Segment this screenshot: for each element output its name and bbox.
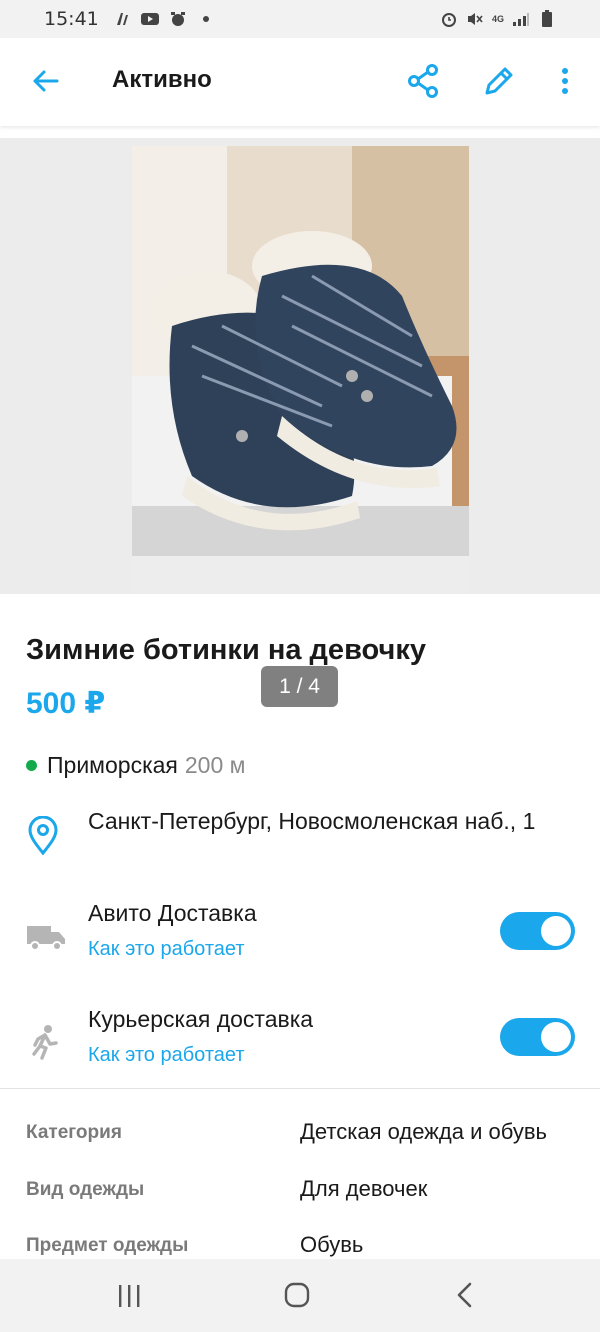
pencil-icon — [485, 67, 513, 95]
metro-line-dot-icon — [26, 760, 37, 771]
more-vertical-icon — [562, 68, 568, 94]
mute-icon — [466, 10, 484, 28]
youtube-icon — [140, 10, 159, 28]
delivery-title: Курьерская доставка — [88, 1006, 314, 1032]
alarm-icon — [440, 10, 458, 28]
recent-apps-icon[interactable] — [116, 1283, 142, 1309]
back-button[interactable] — [28, 64, 62, 98]
param-row-clothing-type: Вид одежды Для девочек — [26, 1171, 586, 1211]
avito-watermark: Avito — [372, 695, 445, 717]
share-icon — [408, 64, 438, 98]
param-value: Детская одежда и обувь — [300, 1119, 547, 1144]
battery-icon — [538, 10, 556, 28]
toggle-knob — [541, 916, 571, 946]
metro-station-name: Приморская — [47, 752, 178, 778]
divider — [0, 1088, 600, 1089]
param-label: Предмет одежды — [26, 1235, 189, 1256]
toggle-knob — [541, 1022, 571, 1052]
param-label: Категория — [26, 1122, 122, 1143]
app-bar: Активно — [0, 38, 600, 126]
courier-delivery-toggle[interactable] — [500, 1018, 575, 1056]
page-title: Активно — [112, 66, 212, 93]
param-row-category: Категория Детская одежда и обувь — [26, 1114, 586, 1154]
metro-distance: 200 м — [184, 752, 246, 778]
dot-icon — [197, 10, 215, 28]
delivery-option-courier: Курьерская доставка Как это работает — [26, 1006, 586, 1086]
share-button[interactable] — [404, 62, 442, 100]
photo-gallery[interactable]: 1 / 4 Avito — [0, 138, 600, 716]
status-time: 15:41 — [44, 8, 99, 30]
metro-station: Приморская 200 м — [26, 752, 245, 779]
system-navigation-bar — [0, 1259, 600, 1332]
truck-icon — [27, 926, 65, 951]
signal-icon — [512, 10, 530, 28]
delivery-title: Авито Доставка — [88, 900, 257, 926]
photo-counter: 1 / 4 — [261, 666, 338, 707]
listing-photo[interactable] — [132, 146, 469, 594]
how-it-works-link[interactable]: Как это работает — [88, 938, 245, 961]
alarm-notification-icon — [169, 10, 187, 28]
nav-back-icon[interactable] — [454, 1281, 476, 1309]
avito-watermark-text: Avito — [398, 695, 445, 716]
how-it-works-link[interactable]: Как это работает — [88, 1044, 245, 1067]
arrow-left-icon — [33, 70, 59, 92]
status-bar: 15:41 4G — [0, 0, 600, 38]
listing-price: 500 ₽ — [26, 687, 106, 720]
status-left-icons — [113, 10, 215, 28]
walking-courier-icon — [32, 1025, 58, 1060]
delivery-option-avito: Авито Доставка Как это работает — [26, 900, 586, 980]
boots-photo-illustration — [132, 146, 469, 594]
home-icon[interactable] — [283, 1281, 311, 1309]
param-value: Для девочек — [300, 1176, 428, 1201]
avito-logo-icon — [374, 697, 392, 715]
status-right-icons: 4G — [440, 10, 556, 28]
network-type-label: 4G — [491, 14, 504, 24]
address-text: Санкт-Петербург, Новосмоленская наб., 1 — [88, 808, 536, 834]
listing-title: Зимние ботинки на девочку — [26, 634, 426, 666]
avito-delivery-toggle[interactable] — [500, 912, 575, 950]
more-options-button[interactable] — [552, 62, 578, 100]
param-value: Обувь — [300, 1232, 364, 1257]
location-pin-icon — [28, 816, 58, 856]
edit-button[interactable] — [480, 62, 518, 100]
param-label: Вид одежды — [26, 1179, 145, 1200]
notification-app-icon — [113, 10, 131, 28]
